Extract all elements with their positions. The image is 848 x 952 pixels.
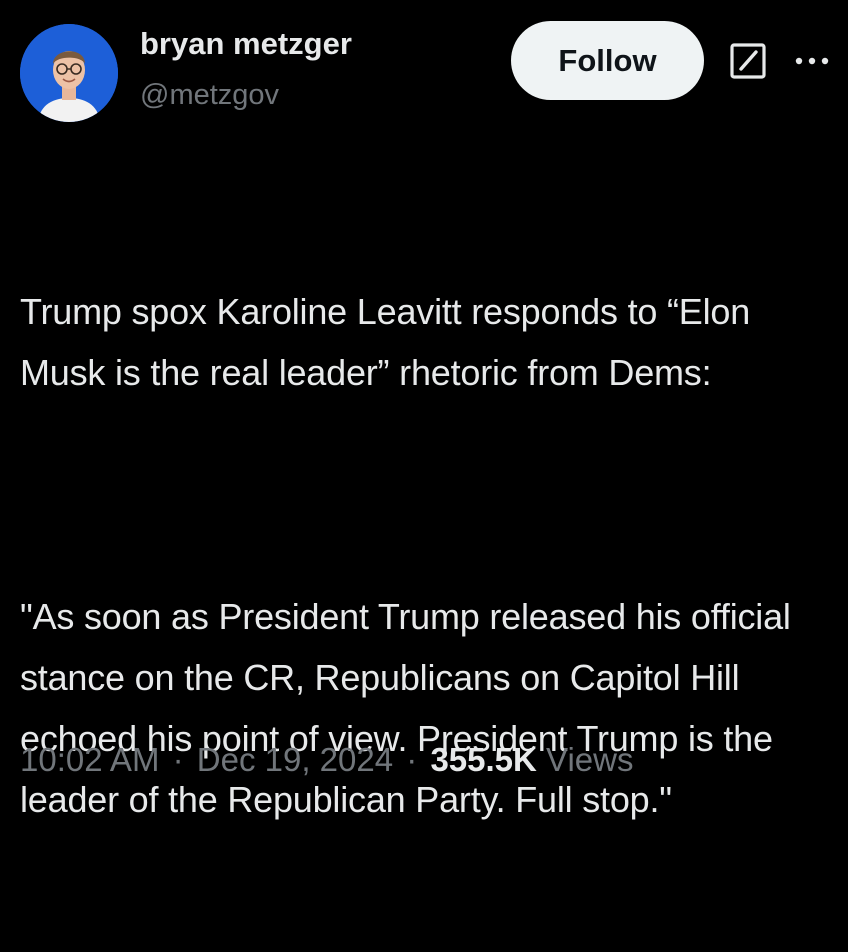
- author-handle[interactable]: @metzgov: [140, 77, 279, 113]
- tweet-header: bryan metzger @metzgov Follow: [0, 0, 848, 140]
- grok-icon[interactable]: [729, 42, 767, 80]
- views-label: Views: [546, 741, 634, 778]
- tweet-date[interactable]: Dec 19, 2024: [197, 741, 393, 778]
- tweet-time[interactable]: 10:02 AM: [20, 741, 159, 778]
- tweet-text-paragraph-1: Trump spox Karoline Leavitt responds to …: [20, 291, 760, 393]
- meta-separator: ·: [172, 741, 184, 778]
- avatar[interactable]: [20, 24, 118, 122]
- more-options-icon[interactable]: [792, 44, 832, 78]
- avatar-image: [20, 24, 118, 122]
- follow-button[interactable]: Follow: [511, 21, 704, 100]
- views-count[interactable]: 355.5K: [430, 741, 536, 778]
- author-display-name[interactable]: bryan metzger: [140, 24, 352, 64]
- meta-separator: ·: [406, 741, 418, 778]
- tweet: bryan metzger @metzgov Follow Trump spox…: [0, 0, 848, 820]
- tweet-metadata: 10:02 AM · Dec 19, 2024 · 355.5K Views: [20, 736, 633, 784]
- tweet-text: Trump spox Karoline Leavitt responds to …: [20, 159, 835, 952]
- tweet-text-paragraph-2: "As soon as President Trump released his…: [20, 596, 801, 820]
